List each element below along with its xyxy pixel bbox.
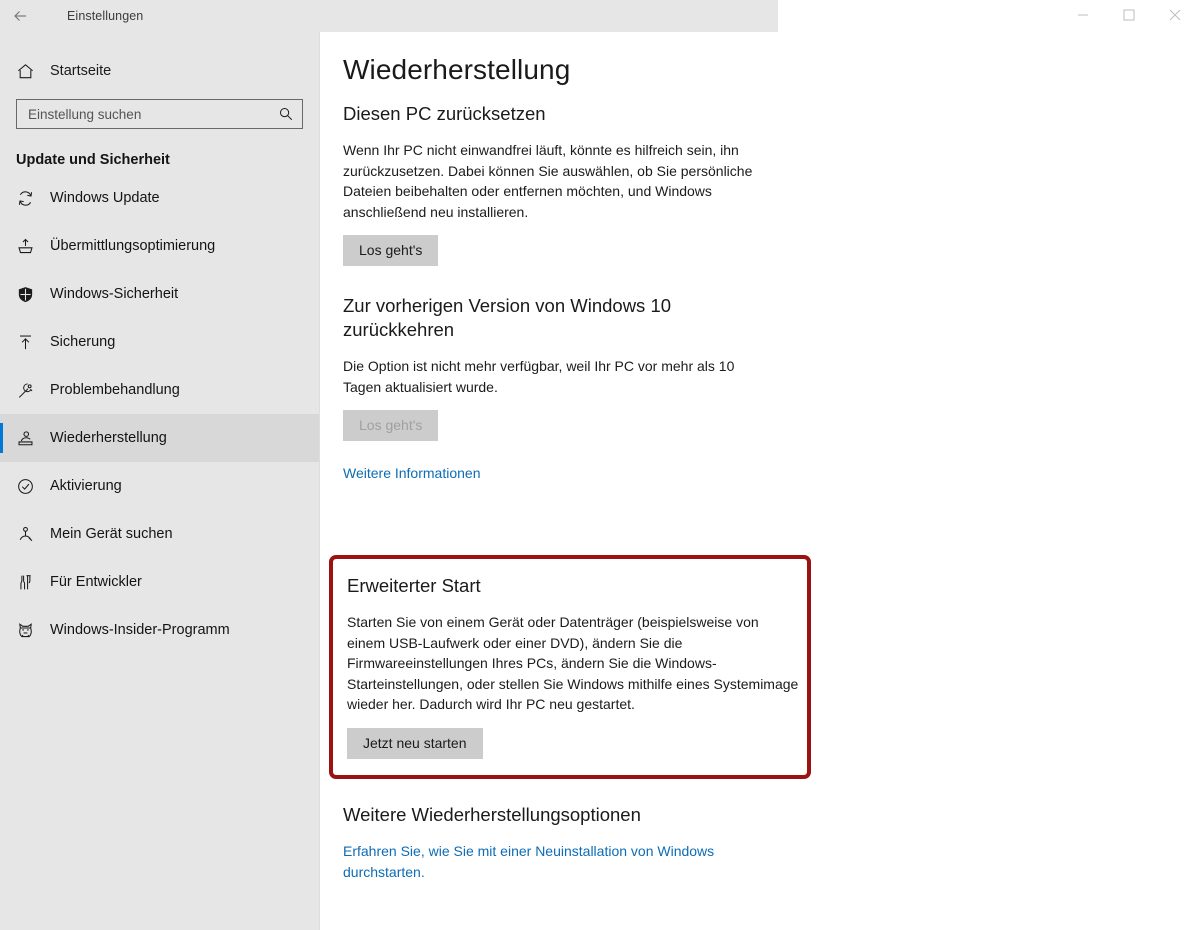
- title-bar: Einstellungen: [0, 0, 1198, 32]
- section-heading: Weitere Wiederherstellungsoptionen: [343, 804, 641, 825]
- search-icon[interactable]: [277, 105, 295, 123]
- upload-tray-icon: [16, 237, 42, 256]
- minimize-button[interactable]: [1060, 0, 1106, 30]
- section-heading: Zur vorherigen Version von Windows 10 zu…: [343, 295, 672, 341]
- section-reset-pc: Diesen PC zurücksetzen Wenn Ihr PC nicht…: [321, 102, 1198, 267]
- sidebar-nav: Windows Update Übermittlungsoptimierung: [0, 174, 319, 654]
- upload-arrow-icon: [16, 333, 42, 352]
- sidebar-item-label: Windows-Sicherheit: [50, 286, 179, 302]
- fresh-start-link[interactable]: Erfahren Sie, wie Sie mit einer Neuinsta…: [343, 841, 743, 882]
- sidebar-group-title: Update und Sicherheit: [16, 152, 170, 168]
- check-circle-icon: [16, 477, 42, 496]
- sidebar-item-windows-insider-program[interactable]: Windows-Insider-Programm: [0, 606, 319, 654]
- title-bar-left: Einstellungen: [0, 0, 320, 32]
- close-icon: [1169, 9, 1181, 21]
- section-body: Starten Sie von einem Gerät oder Datentr…: [347, 614, 799, 713]
- sidebar-item-label: Wiederherstellung: [50, 430, 167, 446]
- sidebar-item-windows-update[interactable]: Windows Update: [0, 174, 319, 222]
- sidebar-item-home-label: Startseite: [50, 63, 112, 79]
- search-input[interactable]: [16, 99, 303, 129]
- app-title: Einstellungen: [67, 9, 144, 23]
- sidebar: Startseite Update und Sicherheit: [0, 32, 320, 930]
- sidebar-item-label: Sicherung: [50, 334, 116, 350]
- restart-now-button[interactable]: Jetzt neu starten: [347, 727, 483, 759]
- sidebar-item-troubleshoot[interactable]: Problembehandlung: [0, 366, 319, 414]
- shield-icon: [16, 285, 42, 304]
- page-title: Wiederherstellung: [343, 54, 571, 85]
- sidebar-item-label: Mein Gerät suchen: [50, 526, 173, 542]
- section-more-recovery-options: Weitere Wiederherstellungsoptionen Erfah…: [321, 787, 921, 882]
- minimize-icon: [1078, 14, 1088, 16]
- more-info-link[interactable]: Weitere Informationen: [343, 463, 480, 484]
- back-arrow-icon: [14, 11, 26, 21]
- home-icon: [16, 62, 44, 81]
- sidebar-item-home[interactable]: Startseite: [0, 51, 319, 91]
- search-box: [16, 99, 303, 129]
- wrench-icon: [16, 381, 42, 400]
- ninjacat-icon: [16, 621, 42, 640]
- sidebar-item-activation[interactable]: Aktivierung: [0, 462, 319, 510]
- sidebar-item-label: Für Entwickler: [50, 574, 142, 590]
- back-button[interactable]: [0, 0, 42, 32]
- recovery-person-icon: [16, 429, 42, 448]
- sidebar-item-for-developers[interactable]: Für Entwickler: [0, 558, 319, 606]
- window-controls: [778, 0, 1198, 32]
- section-advanced-startup-highlighted: Erweiterter Start Starten Sie von einem …: [329, 555, 811, 779]
- section-heading: Diesen PC zurücksetzen: [343, 103, 546, 124]
- main-content: Wiederherstellung Diesen PC zurücksetzen…: [321, 32, 1198, 930]
- find-device-icon: [16, 525, 42, 544]
- sidebar-item-label: Übermittlungsoptimierung: [50, 238, 216, 254]
- section-heading: Erweiterter Start: [347, 575, 481, 596]
- sidebar-item-backup[interactable]: Sicherung: [0, 318, 319, 366]
- section-body: Die Option ist nicht mehr verfügbar, wei…: [343, 358, 735, 395]
- sidebar-item-delivery-optimization[interactable]: Übermittlungsoptimierung: [0, 222, 319, 270]
- section-go-back: Zur vorherigen Version von Windows 10 zu…: [321, 294, 1198, 484]
- sidebar-item-label: Windows Update: [50, 190, 160, 206]
- selection-indicator: [0, 423, 3, 453]
- reset-pc-start-button[interactable]: Los geht's: [343, 235, 439, 267]
- sidebar-item-find-my-device[interactable]: Mein Gerät suchen: [0, 510, 319, 558]
- developer-tools-icon: [16, 573, 42, 592]
- maximize-icon: [1123, 9, 1135, 21]
- settings-window: Einstellungen Startseite Einstellung suc…: [0, 0, 1198, 930]
- sync-refresh-icon: [16, 189, 42, 208]
- sidebar-item-label: Problembehandlung: [50, 382, 180, 398]
- go-back-start-button[interactable]: Los geht's: [343, 410, 439, 442]
- section-body: Wenn Ihr PC nicht einwandfrei läuft, kön…: [343, 142, 753, 220]
- sidebar-item-label: Windows-Insider-Programm: [50, 622, 230, 638]
- maximize-button[interactable]: [1106, 0, 1152, 30]
- close-button[interactable]: [1152, 0, 1198, 30]
- sidebar-item-label: Aktivierung: [50, 478, 122, 494]
- sidebar-item-recovery[interactable]: Wiederherstellung: [0, 414, 319, 462]
- sidebar-item-windows-security[interactable]: Windows-Sicherheit: [0, 270, 319, 318]
